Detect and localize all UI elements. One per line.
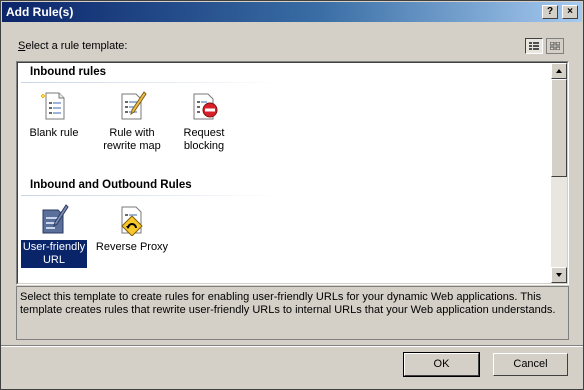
request-blocking-icon: [188, 90, 220, 122]
details-view-button[interactable]: [525, 38, 543, 54]
select-template-label-text: elect a rule template:: [25, 40, 128, 52]
chevron-up-icon: [556, 69, 562, 73]
scroll-up-button[interactable]: [551, 63, 567, 79]
reverse-proxy-icon: [116, 204, 148, 237]
dialog-title: Add Rule(s): [6, 5, 74, 19]
rewrite-map-icon: [116, 90, 148, 122]
details-view-icon: [529, 42, 539, 50]
tile-label: User-friendly URL: [20, 240, 88, 268]
template-rule-with-rewrite-map[interactable]: Rule with rewrite map: [97, 90, 167, 154]
chevron-down-icon: [556, 273, 562, 277]
group-divider: [21, 82, 281, 83]
tile-label: Blank rule: [29, 127, 79, 139]
tile-label: Rule with rewrite map: [103, 127, 161, 152]
template-request-blocking[interactable]: Request blocking: [169, 90, 239, 154]
template-reverse-proxy[interactable]: Reverse Proxy: [93, 204, 171, 255]
rule-template-list[interactable]: Inbound rules Blank rule Rule with rewri…: [16, 61, 569, 285]
scroll-down-button[interactable]: [551, 267, 567, 283]
add-rules-dialog: Add Rule(s) ? × Select a rule template: …: [0, 0, 584, 390]
template-description: Select this template to create rules for…: [16, 286, 569, 340]
group-header-inbound-outbound: Inbound and Outbound Rules: [30, 179, 192, 191]
group-header-inbound: Inbound rules: [30, 66, 107, 78]
help-button[interactable]: ?: [542, 5, 558, 19]
tile-label: Reverse Proxy: [95, 241, 169, 253]
blank-rule-icon: [38, 90, 70, 122]
template-user-friendly-url[interactable]: User-friendly URL: [19, 204, 89, 268]
close-button[interactable]: ×: [562, 5, 578, 19]
vertical-scrollbar[interactable]: [551, 63, 567, 283]
tile-label: Request blocking: [183, 127, 225, 152]
group-divider: [21, 195, 281, 196]
tiles-view-button[interactable]: [546, 38, 564, 54]
tiles-view-icon: [550, 42, 560, 50]
cancel-button[interactable]: Cancel: [493, 353, 568, 376]
footer-separator: [1, 345, 583, 347]
select-template-label: Select a rule template:: [18, 40, 127, 52]
template-blank-rule[interactable]: Blank rule: [19, 90, 89, 141]
scroll-thumb[interactable]: [551, 79, 567, 177]
title-bar[interactable]: Add Rule(s) ? ×: [2, 2, 582, 22]
user-friendly-url-icon: [38, 204, 70, 236]
ok-button[interactable]: OK: [403, 352, 480, 377]
